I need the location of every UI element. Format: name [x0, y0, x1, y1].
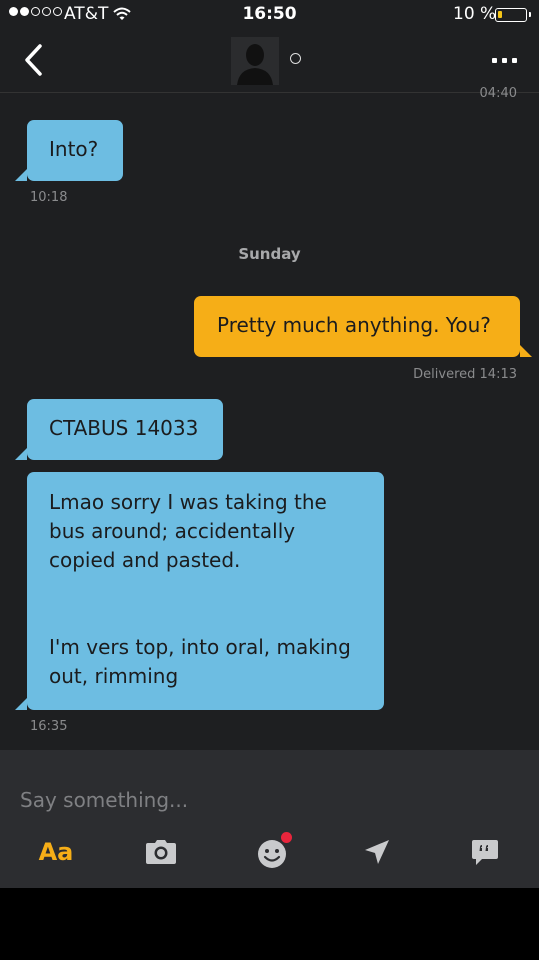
- contact-avatar[interactable]: [231, 37, 279, 85]
- saved-phrases-icon: [472, 840, 498, 865]
- message-line: [49, 575, 384, 604]
- delivery-status: Delivered 14:13: [413, 367, 517, 382]
- back-button[interactable]: [20, 42, 50, 78]
- message-line: bus around; accidentally: [49, 519, 296, 543]
- outgoing-message[interactable]: Pretty much anything. You?: [194, 296, 532, 357]
- message-line: Lmao sorry I was taking the: [49, 490, 327, 514]
- text-format-button[interactable]: Aa: [36, 832, 76, 872]
- saved-phrases-button[interactable]: [469, 832, 501, 872]
- day-separator: Sunday: [238, 245, 301, 263]
- compose-toolbar: Aa: [0, 832, 539, 872]
- message-text: Pretty much anything. You?: [217, 313, 491, 337]
- message-text: CTABUS 14033: [49, 416, 199, 440]
- battery-percent: 10 %: [453, 4, 497, 24]
- incoming-message[interactable]: Lmao sorry I was taking the bus around; …: [15, 472, 384, 710]
- ellipsis-icon: [491, 57, 497, 63]
- sticker-button[interactable]: [252, 832, 292, 872]
- location-icon: [365, 840, 389, 864]
- chat-header: [0, 30, 539, 93]
- message-line: copied and pasted.: [49, 548, 241, 572]
- message-text: Into?: [49, 137, 99, 161]
- text-format-icon: Aa: [38, 838, 74, 866]
- profile-silhouette-icon: [231, 37, 279, 85]
- message-line: [49, 604, 384, 633]
- message-timestamp: 04:40: [479, 86, 517, 101]
- camera-button[interactable]: [144, 832, 178, 872]
- location-button[interactable]: [361, 832, 393, 872]
- message-line: out, rimming: [49, 664, 179, 688]
- message-line: I'm vers top, into oral, making: [49, 635, 351, 659]
- presence-indicator: [290, 53, 301, 64]
- incoming-message[interactable]: CTABUS 14033: [15, 399, 223, 460]
- message-input[interactable]: [20, 788, 520, 812]
- incoming-message[interactable]: Into?: [15, 120, 123, 181]
- status-bar: AT&T 16:50 10 %: [0, 0, 539, 30]
- chat-screen: AT&T 16:50 10 % 04:40 Into? 10:18 Sunday…: [0, 0, 539, 888]
- message-timestamp: 10:18: [30, 190, 68, 205]
- message-timestamp: 16:35: [30, 719, 68, 734]
- battery-icon: [495, 8, 531, 22]
- compose-bar: Aa: [0, 750, 539, 888]
- notification-badge: [281, 832, 292, 843]
- camera-icon: [146, 840, 176, 864]
- more-options-button[interactable]: [484, 48, 524, 72]
- chevron-left-icon: [25, 44, 42, 76]
